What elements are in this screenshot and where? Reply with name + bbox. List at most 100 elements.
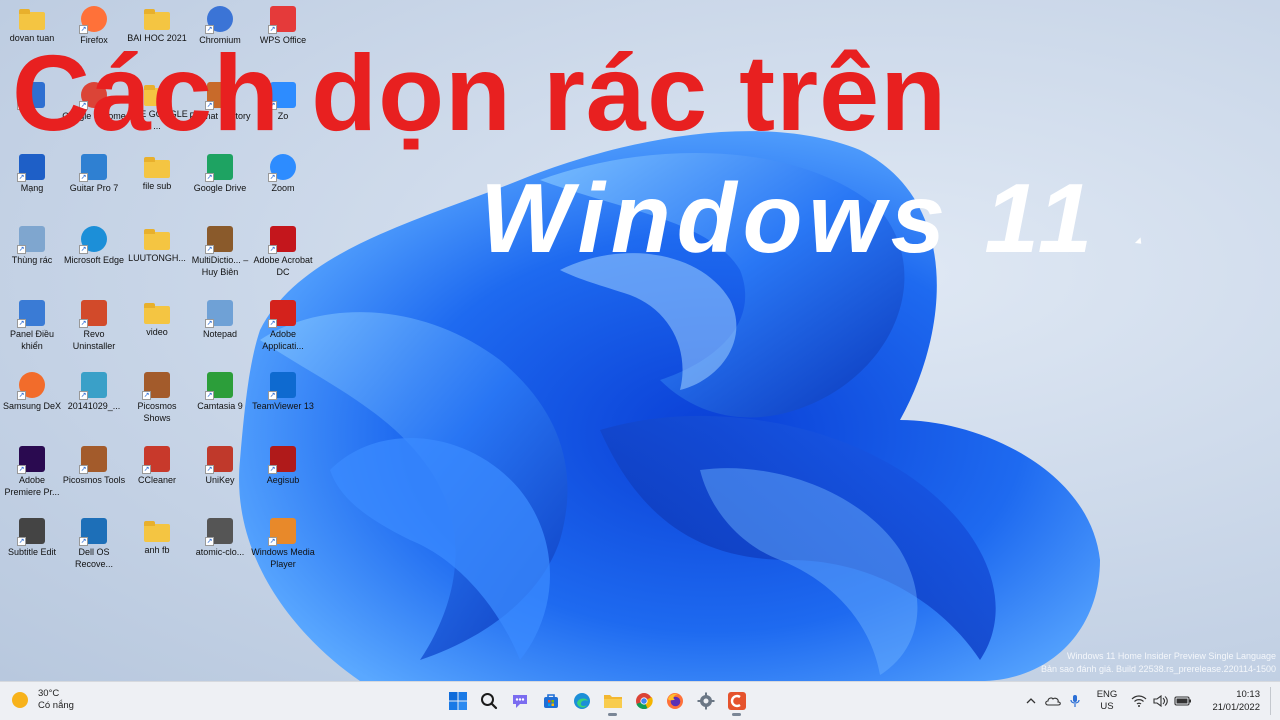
taskbar-apps <box>442 686 752 716</box>
show-hidden-icons-button[interactable] <box>1020 687 1042 715</box>
input-language-indicator[interactable]: ENG US <box>1092 689 1122 713</box>
folder-icon <box>19 9 45 30</box>
desktop-icon-samsung-dex[interactable]: ↗ Samsung DeX <box>0 368 64 438</box>
language-code: ENG <box>1096 689 1118 700</box>
shortcut-arrow-icon: ↗ <box>79 319 88 328</box>
desktop-icon-revo-uninstaller[interactable]: ↗ Revo Uninstaller <box>62 296 126 366</box>
desktop-icon-ccleaner[interactable]: ↗ CCleaner <box>125 442 189 512</box>
shortcut-arrow-icon: ↗ <box>79 465 88 474</box>
control-panel-icon: ↗ <box>17 300 45 328</box>
file-explorer-button[interactable] <box>597 686 628 716</box>
folder-icon <box>144 521 170 542</box>
windows-logo-icon <box>448 692 467 710</box>
ccleaner-button[interactable] <box>721 686 752 716</box>
desktop-icon-label: CCleaner <box>137 475 177 485</box>
desktop-icon-subtitle-edit[interactable]: ↗ Subtitle Edit <box>0 514 64 584</box>
store-icon <box>543 694 558 708</box>
battery-button[interactable] <box>1172 687 1194 715</box>
gear-icon <box>697 692 714 710</box>
desktop-icon-label: Guitar Pro 7 <box>69 183 119 193</box>
start-button[interactable] <box>442 686 473 716</box>
desktop-icon-zoom[interactable]: ↗ Zoom <box>251 150 315 220</box>
edge-button[interactable] <box>566 686 597 716</box>
media-player-icon: ↗ <box>268 518 296 546</box>
desktop-icon-unikey[interactable]: ↗ UniKey <box>188 442 252 512</box>
desktop: dovan tuan ↗ Firefox BAI HOC 2021 ↗ Chromium ↗… <box>0 0 1280 681</box>
windows-build-watermark: Windows 11 Home Insider Preview Single L… <box>1041 650 1276 676</box>
desktop-icon-label: Zoom <box>271 183 295 193</box>
desktop-icon-aegisub[interactable]: ↗ Aegisub <box>251 442 315 512</box>
chrome-button[interactable] <box>628 686 659 716</box>
desktop-icon-video[interactable]: video <box>125 296 189 366</box>
shortcut-arrow-icon: ↗ <box>79 537 88 546</box>
firefox-button[interactable] <box>659 686 690 716</box>
desktop-icon-20141029[interactable]: ↗ 20141029_... <box>62 368 126 438</box>
desktop-icon-multidictio-huy-bi-n[interactable]: ↗ MultiDictio... – Huy Biên <box>188 222 252 292</box>
watermark-edition: Windows 11 Home Insider Preview Single L… <box>1067 651 1276 661</box>
show-desktop-button[interactable] <box>1270 687 1278 715</box>
shortcut-arrow-icon: ↗ <box>268 319 277 328</box>
desktop-icon-label: Subtitle Edit <box>7 547 57 557</box>
clock[interactable]: 10:13 21/01/2022 <box>1204 688 1260 714</box>
search-button[interactable] <box>473 686 504 716</box>
desktop-icon-adobe-premiere-pr[interactable]: ↗ Adobe Premiere Pr... <box>0 442 64 512</box>
desktop-icon-m-ng[interactable]: ↗ Mạng <box>0 150 64 220</box>
desktop-icon-luutongh[interactable]: LUUTONGH... <box>125 222 189 292</box>
desktop-icon-microsoft-edge[interactable]: ↗ Microsoft Edge <box>62 222 126 292</box>
desktop-icon-label: Picosmos Shows <box>137 401 177 423</box>
onedrive-button[interactable] <box>1042 687 1064 715</box>
desktop-icon-windows-media-player[interactable]: ↗ Windows Media Player <box>251 514 315 584</box>
desktop-icon-th-ng-r-c[interactable]: ↗ Thùng rác <box>0 222 64 292</box>
shortcut-arrow-icon: ↗ <box>142 391 151 400</box>
firefox-icon: ↗ <box>79 6 107 34</box>
desktop-icon-panel-i-u-khi-n[interactable]: ↗ Panel Điều khiển <box>0 296 64 366</box>
shortcut-arrow-icon: ↗ <box>268 245 277 254</box>
volume-button[interactable] <box>1150 687 1172 715</box>
desktop-icon-label: Google Drive <box>193 183 247 193</box>
settings-button[interactable] <box>690 686 721 716</box>
subtitle-edit-icon: ↗ <box>17 518 45 546</box>
video-title-line1: Cách dọn rác trên <box>12 32 948 153</box>
desktop-icon-label: UniKey <box>205 475 235 485</box>
samsung-dex-icon: ↗ <box>17 372 45 400</box>
desktop-icon-label: anh fb <box>144 545 170 555</box>
shortcut-arrow-icon: ↗ <box>17 245 26 254</box>
network-icon: ↗ <box>17 154 45 182</box>
desktop-icon-google-drive[interactable]: ↗ Google Drive <box>188 150 252 220</box>
edge-icon: ↗ <box>79 226 107 254</box>
wifi-button[interactable] <box>1128 687 1150 715</box>
weather-widget[interactable]: 30°C Có nắng <box>12 688 74 712</box>
atomic-clock-icon: ↗ <box>205 518 233 546</box>
desktop-icon-picosmos-shows[interactable]: ↗ Picosmos Shows <box>125 368 189 438</box>
shortcut-arrow-icon: ↗ <box>17 537 26 546</box>
shortcut-arrow-icon: ↗ <box>205 245 214 254</box>
desktop-icon-adobe-acrobat-dc[interactable]: ↗ Adobe Acrobat DC <box>251 222 315 292</box>
battery-icon <box>1174 696 1191 706</box>
shortcut-arrow-icon: ↗ <box>17 173 26 182</box>
desktop-icon-camtasia-9[interactable]: ↗ Camtasia 9 <box>188 368 252 438</box>
desktop-icon-label: file sub <box>142 181 172 191</box>
desktop-icon-file-sub[interactable]: file sub <box>125 150 189 220</box>
desktop-icon-teamviewer-13[interactable]: ↗ TeamViewer 13 <box>251 368 315 438</box>
chrome-icon <box>635 693 653 710</box>
microphone-button[interactable] <box>1064 687 1086 715</box>
desktop-icon-adobe-applicati[interactable]: ↗ Adobe Applicati... <box>251 296 315 366</box>
watermark-build: Bản sao đánh giá. Build 22538.rs_prerele… <box>1040 664 1276 674</box>
desktop-icon-notepad[interactable]: ↗ Notepad <box>188 296 252 366</box>
desktop-icon-dell-os-recove[interactable]: ↗ Dell OS Recove... <box>62 514 126 584</box>
system-tray: ENG US 10:13 21/01/2022 <box>1020 686 1278 716</box>
desktop-icon-picosmos-tools[interactable]: ↗ Picosmos Tools <box>62 442 126 512</box>
chat-icon <box>512 695 527 708</box>
desktop-icon-guitar-pro-7[interactable]: ↗ Guitar Pro 7 <box>62 150 126 220</box>
shortcut-arrow-icon: ↗ <box>205 391 214 400</box>
clock-date: 21/01/2022 <box>1212 702 1260 713</box>
clock-time: 10:13 <box>1236 689 1260 700</box>
cloud-icon <box>1045 697 1061 706</box>
aegisub-icon: ↗ <box>268 446 296 474</box>
shortcut-arrow-icon: ↗ <box>79 245 88 254</box>
chat-button[interactable] <box>504 686 535 716</box>
premiere-icon: ↗ <box>17 446 45 474</box>
desktop-icon-atomic-clo[interactable]: ↗ atomic-clo... <box>188 514 252 584</box>
desktop-icon-anh-fb[interactable]: anh fb <box>125 514 189 584</box>
store-button[interactable] <box>535 686 566 716</box>
